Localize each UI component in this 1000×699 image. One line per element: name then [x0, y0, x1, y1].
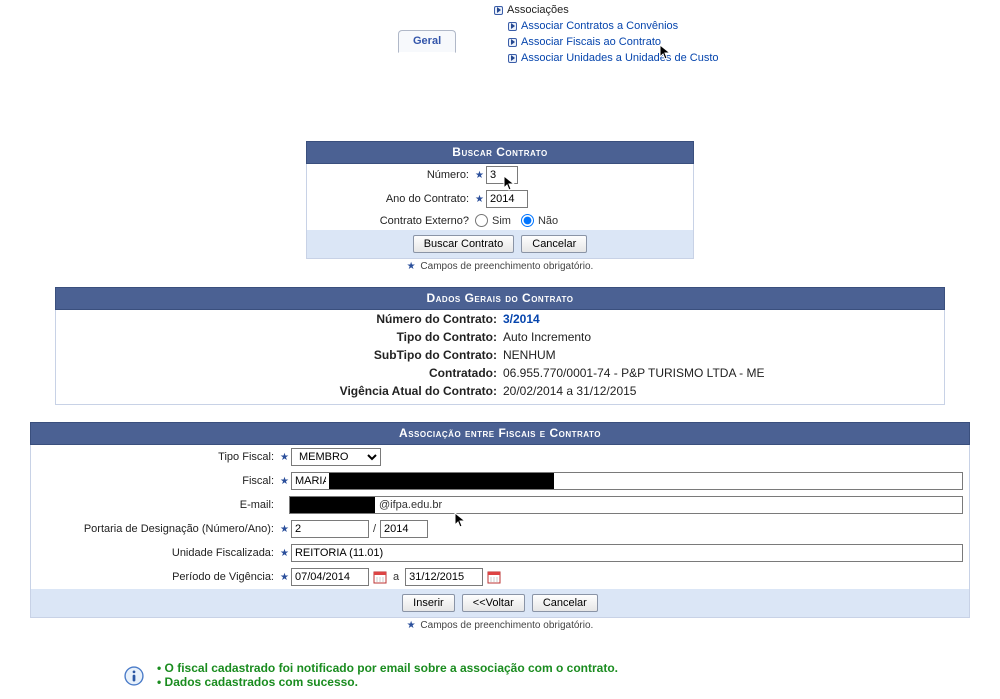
cursor-icon — [503, 175, 517, 196]
fiscal-input-prefix[interactable] — [291, 472, 329, 490]
email-redacted — [289, 496, 375, 514]
radio-sim[interactable] — [475, 214, 488, 227]
required-star-icon: ★ — [407, 620, 416, 631]
periodo-sep: a — [393, 571, 399, 583]
section-title-buscar: Buscar Contrato — [306, 141, 694, 164]
calendar-icon[interactable] — [487, 570, 501, 584]
required-star-icon: ★ — [407, 261, 416, 272]
required-star-icon: ★ — [280, 452, 289, 463]
label-tipo-fiscal: Tipo Fiscal: — [37, 451, 280, 463]
section-title-assoc: Associação entre Fiscais e Contrato — [30, 422, 970, 445]
v-subtipo: NENHUM — [503, 348, 556, 362]
nav-link[interactable]: Associar Unidades a Unidades de Custo — [521, 50, 719, 66]
k-numero: Número do Contrato: — [64, 312, 503, 326]
inserir-button[interactable]: Inserir — [402, 594, 455, 612]
periodo-fim-input[interactable] — [405, 568, 483, 586]
cursor-icon — [659, 44, 673, 65]
v-numero[interactable]: 3/2014 — [503, 312, 540, 326]
section-title-dados: Dados Gerais do Contrato — [55, 287, 945, 310]
radio-nao-label: Não — [538, 215, 558, 227]
slash-sep: / — [373, 523, 376, 535]
radio-nao[interactable] — [521, 214, 534, 227]
tipo-fiscal-select[interactable]: MEMBRO — [291, 448, 381, 466]
assoc-actions: Inserir <<Voltar Cancelar — [31, 589, 969, 617]
label-portaria: Portaria de Designação (Número/Ano): — [37, 523, 280, 535]
tab-geral[interactable]: Geral — [398, 30, 456, 53]
portaria-numero-input[interactable] — [291, 520, 369, 538]
k-contratado: Contratado: — [64, 366, 503, 380]
panel-associacao: Associação entre Fiscais e Contrato Tipo… — [30, 422, 970, 618]
nav-link[interactable]: Associar Fiscais ao Contrato — [521, 34, 661, 50]
k-tipo: Tipo do Contrato: — [64, 330, 503, 344]
required-star-icon: ★ — [280, 524, 289, 535]
radio-nao-wrap[interactable]: Não — [521, 214, 558, 227]
info-icon — [123, 665, 145, 687]
voltar-button[interactable]: <<Voltar — [462, 594, 525, 612]
top-nav: Associações Associar Contratos a Convêni… — [0, 0, 1000, 66]
arrow-box-icon — [508, 38, 517, 47]
cursor-icon — [454, 512, 468, 533]
radio-sim-wrap[interactable]: Sim — [475, 214, 511, 227]
required-star-icon: ★ — [475, 194, 484, 205]
fiscal-input-rest[interactable] — [554, 472, 963, 490]
label-periodo: Período de Vigência: — [37, 571, 280, 583]
label-externo: Contrato Externo? — [307, 215, 475, 227]
unidade-input[interactable] — [291, 544, 963, 562]
success-info-box: O fiscal cadastrado foi notificado por e… — [115, 655, 885, 699]
radio-sim-label: Sim — [492, 215, 511, 227]
k-vigencia: Vigência Atual do Contrato: — [64, 384, 503, 398]
v-contratado: 06.955.770/0001-74 - P&P TURISMO LTDA - … — [503, 366, 764, 380]
nav-item-unidades-custo[interactable]: Associar Unidades a Unidades de Custo — [508, 50, 1000, 66]
v-vigencia: 20/02/2014 a 31/12/2015 — [503, 384, 636, 398]
panel-dados-gerais: Dados Gerais do Contrato Número do Contr… — [55, 287, 945, 405]
info-line-2: Dados cadastrados com sucesso. — [157, 675, 618, 689]
fiscal-redacted — [329, 472, 554, 490]
cancelar-button[interactable]: Cancelar — [521, 235, 587, 253]
mandatory-hint: ★ Campos de preenchimento obrigatório. — [0, 259, 1000, 278]
arrow-box-icon — [508, 22, 517, 31]
portaria-ano-input[interactable] — [380, 520, 428, 538]
label-unidade: Unidade Fiscalizada: — [37, 547, 280, 559]
v-tipo: Auto Incremento — [503, 330, 591, 344]
arrow-box-icon — [494, 6, 503, 15]
nav-parent-associacoes: Associações — [494, 2, 1000, 18]
label-ano: Ano do Contrato: — [307, 193, 475, 205]
mandatory-hint: ★ Campos de preenchimento obrigatório. — [0, 618, 1000, 637]
buscar-contrato-button[interactable]: Buscar Contrato — [413, 235, 514, 253]
required-star-icon: ★ — [280, 476, 289, 487]
search-actions: Buscar Contrato Cancelar — [307, 230, 693, 258]
periodo-ini-input[interactable] — [291, 568, 369, 586]
required-star-icon: ★ — [280, 572, 289, 583]
k-subtipo: SubTipo do Contrato: — [64, 348, 503, 362]
info-line-1: O fiscal cadastrado foi notificado por e… — [157, 661, 618, 675]
nav-item-contratos-convenios[interactable]: Associar Contratos a Convênios — [508, 18, 1000, 34]
nav-label: Associações — [507, 2, 569, 18]
label-email: E-mail: — [37, 499, 280, 511]
required-star-icon: ★ — [475, 170, 484, 181]
arrow-box-icon — [508, 54, 517, 63]
panel-buscar-contrato: Buscar Contrato Número: ★ Ano do Contrat… — [306, 141, 694, 259]
label-numero: Número: — [307, 169, 475, 181]
required-star-icon: ★ — [280, 548, 289, 559]
nav-item-fiscais-contrato[interactable]: Associar Fiscais ao Contrato — [508, 34, 1000, 50]
email-domain: @ifpa.edu.br — [379, 499, 442, 511]
nav-link[interactable]: Associar Contratos a Convênios — [521, 18, 678, 34]
label-fiscal: Fiscal: — [37, 475, 280, 487]
calendar-icon[interactable] — [373, 570, 387, 584]
cancelar-button[interactable]: Cancelar — [532, 594, 598, 612]
